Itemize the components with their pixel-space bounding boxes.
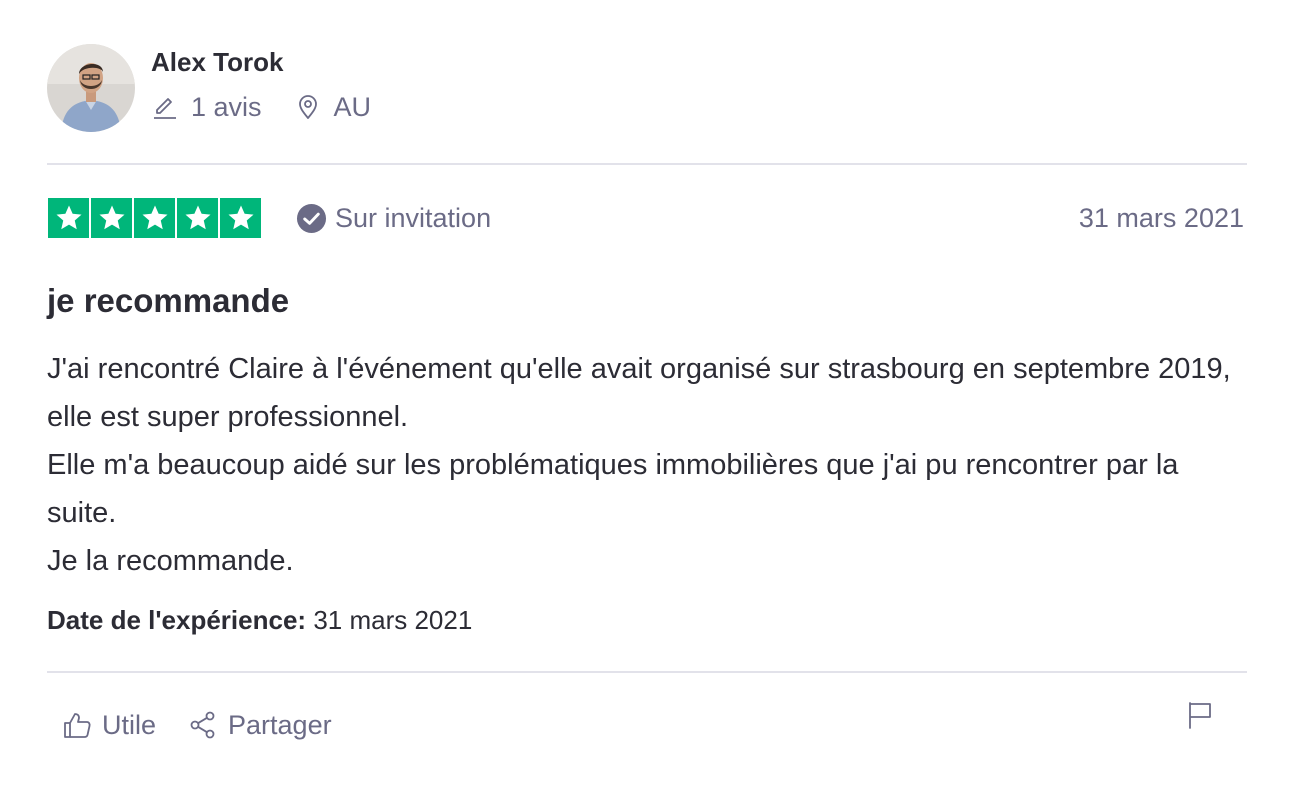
consumer-name[interactable]: Alex Torok	[151, 46, 371, 78]
star-icon	[177, 198, 218, 238]
flag-icon[interactable]	[1185, 700, 1215, 730]
star-rating	[48, 198, 261, 238]
consumer-location: AU	[294, 92, 372, 122]
consumer-meta: 1 avis AU	[151, 92, 371, 122]
useful-button[interactable]: Utile	[62, 705, 156, 745]
pencil-icon	[154, 98, 176, 119]
share-label: Partager	[228, 710, 332, 740]
location-pin-icon	[298, 95, 317, 119]
review-paragraph: Elle m'a beaucoup aidé sur les problémat…	[47, 449, 1179, 529]
share-icon	[190, 711, 215, 739]
review-actions: Utile Partager	[62, 705, 332, 745]
verification-label: Sur invitation	[335, 203, 492, 233]
review-card: Alex Torok 1 avis AU Sur invitation 31 m…	[47, 0, 1247, 790]
thumbs-up-icon	[64, 713, 91, 738]
consumer-details: Alex Torok 1 avis AU	[151, 47, 371, 122]
consumer-info: Alex Torok 1 avis AU	[47, 44, 371, 132]
star-icon	[134, 198, 175, 238]
experience-date: Date de l'expérience: 31 mars 2021	[47, 603, 472, 637]
share-button[interactable]: Partager	[188, 705, 332, 745]
review-date: 31 mars 2021	[1078, 203, 1244, 233]
check-circle-icon	[296, 203, 327, 233]
experience-label: Date de l'expérience:	[47, 605, 307, 635]
reviews-count-label: 1 avis	[191, 92, 262, 122]
star-icon	[91, 198, 132, 238]
star-icon	[220, 198, 261, 238]
divider	[47, 671, 1247, 673]
experience-date-value: 31 mars 2021	[313, 605, 473, 635]
review-paragraph: Je la recommande.	[47, 545, 294, 577]
verification-badge[interactable]: Sur invitation	[296, 202, 491, 234]
rating-row: Sur invitation 31 mars 2021	[47, 198, 1247, 240]
useful-label: Utile	[102, 710, 157, 740]
star-icon	[48, 198, 89, 238]
review-title[interactable]: je recommande	[47, 280, 289, 322]
reviews-count: 1 avis	[151, 92, 262, 122]
avatar[interactable]	[47, 44, 135, 132]
review-body: J'ai rencontré Claire à l'événement qu'e…	[47, 345, 1237, 585]
review-paragraph: J'ai rencontré Claire à l'événement qu'e…	[47, 353, 1231, 433]
divider	[47, 163, 1247, 165]
country-label: AU	[333, 92, 372, 122]
